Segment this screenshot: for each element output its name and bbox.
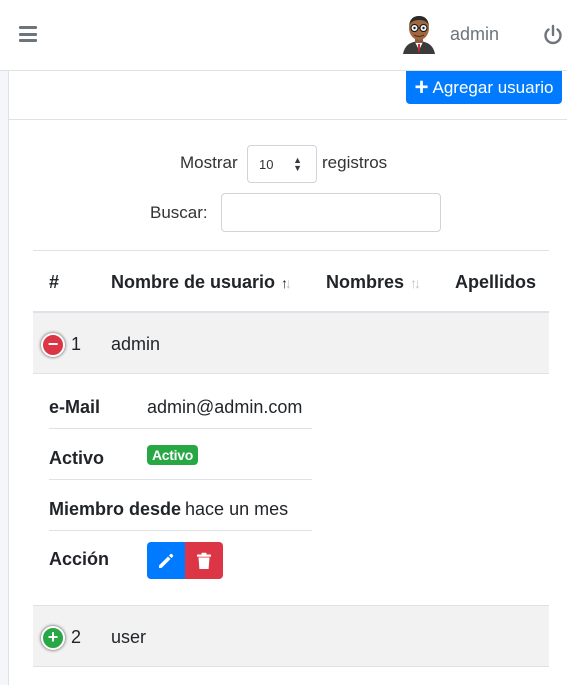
records-label: registros (322, 153, 388, 172)
member-since-label-text: Miembro desde (49, 499, 182, 519)
card-header: + Agregar usuario (9, 71, 567, 120)
search-control: Buscar: (0, 193, 567, 233)
show-label: Mostrar (180, 153, 238, 172)
row-username: user (111, 627, 147, 647)
action-label: Acción (49, 549, 110, 569)
row-number: 2 (71, 627, 82, 647)
status-badge: Activo (147, 445, 198, 465)
column-header-last-names[interactable]: Apellidos (455, 272, 536, 293)
detail-email: e-Mail admin@admin.com (49, 378, 312, 429)
column-header-first-names-label: Nombres (326, 272, 405, 292)
edit-button[interactable] (147, 542, 185, 579)
user-avatar[interactable] (401, 14, 437, 54)
hamburger-icon[interactable] (19, 26, 37, 42)
pencil-icon (159, 553, 174, 568)
select-arrows-icon: ▲ ▼ (293, 155, 302, 173)
search-input[interactable] (221, 193, 441, 232)
user-name[interactable]: admin (450, 24, 499, 45)
email-label: e-Mail (49, 397, 101, 417)
detail-member-since: Miembro desde hace un mes (49, 480, 312, 531)
page-length-control: Mostrar 10 ▲ ▼ registros (0, 145, 567, 183)
table-row[interactable]: + 2 user (33, 606, 549, 667)
top-navbar: admin (0, 0, 567, 71)
delete-button[interactable] (185, 542, 223, 579)
row-username: admin (111, 334, 161, 354)
table-header: # Nombre de usuario ↑↓ Nombres ↑↓ Apellido… (33, 250, 549, 313)
table-row[interactable]: − 1 admin (33, 313, 549, 374)
expand-row-icon[interactable]: + (41, 626, 65, 650)
power-icon[interactable] (542, 24, 564, 46)
trash-icon (197, 552, 211, 569)
member-since-label: Miembro desde hace un mes (49, 499, 288, 520)
column-header-username-label: Nombre de usuario (111, 272, 276, 292)
row-number: 1 (71, 334, 82, 354)
detail-active: Activo Activo (49, 429, 312, 480)
action-buttons (147, 542, 223, 579)
row-details: e-Mail admin@admin.com Activo Activo Mie… (33, 374, 549, 606)
search-label: Buscar: (150, 203, 208, 222)
plus-icon: + (414, 73, 429, 101)
page-length-value: 10 (259, 157, 274, 172)
sort-ascending-icon: ↑↓ (281, 275, 292, 291)
page-length-select[interactable]: 10 ▲ ▼ (247, 145, 317, 183)
add-user-button[interactable]: + Agregar usuario (406, 71, 562, 104)
email-value: admin@admin.com (147, 397, 303, 417)
column-header-number[interactable]: # (49, 272, 59, 293)
detail-action: Acción (49, 531, 312, 582)
column-header-first-names[interactable]: Nombres ↑↓ (326, 272, 421, 293)
sort-icon: ↑↓ (410, 275, 421, 291)
active-label: Activo (49, 448, 105, 468)
collapse-row-icon[interactable]: − (41, 333, 65, 357)
users-table: # Nombre de usuario ↑↓ Nombres ↑↓ Apellido… (33, 250, 549, 667)
column-header-username[interactable]: Nombre de usuario ↑↓ (111, 272, 292, 293)
add-user-label: Agregar usuario (432, 77, 554, 97)
member-since-value: hace un mes (185, 499, 289, 519)
